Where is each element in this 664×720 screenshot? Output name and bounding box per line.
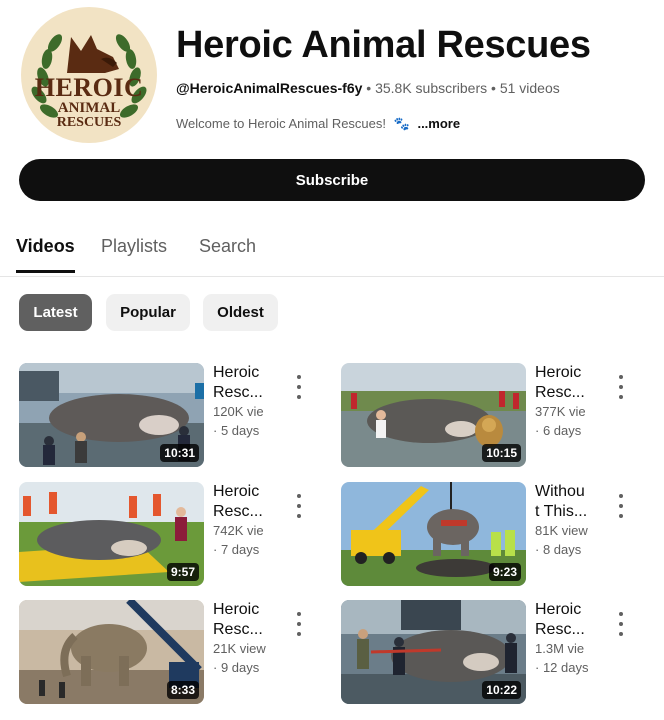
video-thumbnail[interactable]: 9:57 <box>19 482 204 586</box>
meta-separator: • <box>491 80 500 96</box>
logo-text-line-1: HEROIC <box>34 73 144 102</box>
video-title-line-1[interactable]: Withou <box>535 482 597 502</box>
video-title-line-2[interactable]: Resc... <box>213 502 275 522</box>
meta-separator: • <box>366 80 376 96</box>
video-info: Heroic Resc... 120K vie · 5 days <box>213 363 275 438</box>
video-title-line-2[interactable]: t This... <box>535 502 597 522</box>
video-thumbnail[interactable]: 8:33 <box>19 600 204 704</box>
video-age: · 12 days <box>535 660 589 675</box>
channel-avatar[interactable]: HEROIC ANIMAL RESCUES <box>21 7 157 143</box>
video-views: 21K view <box>213 641 266 656</box>
video-info: Heroic Resc... 21K view · 9 days <box>213 600 275 675</box>
video-card[interactable]: 8:33 Heroic Resc... 21K view · 9 days <box>19 600 329 706</box>
subscribe-button[interactable]: Subscribe <box>19 159 645 201</box>
more-link[interactable]: ...more <box>417 116 460 131</box>
video-title-line-1[interactable]: Heroic <box>535 363 597 383</box>
video-duration: 9:23 <box>488 563 521 581</box>
tab-search[interactable]: Search <box>199 236 256 272</box>
subscriber-count: 35.8K subscribers <box>375 80 488 96</box>
chip-latest[interactable]: Latest <box>19 294 92 331</box>
video-title-line-2[interactable]: Resc... <box>535 620 597 640</box>
video-duration: 10:15 <box>482 444 521 462</box>
more-options-icon[interactable] <box>291 494 307 518</box>
video-views: 81K view <box>535 523 588 538</box>
logo-text-line-2: ANIMAL <box>57 100 121 116</box>
more-options-icon[interactable] <box>291 375 307 399</box>
more-options-icon[interactable] <box>613 612 629 636</box>
tab-videos[interactable]: Videos <box>16 236 75 273</box>
channel-description[interactable]: Welcome to Heroic Animal Rescues! 🐾 ...m… <box>176 116 460 132</box>
video-views: 120K vie <box>213 404 264 419</box>
video-info: Heroic Resc... 742K vie · 7 days <box>213 482 275 557</box>
channel-tabs: Videos Playlists Search <box>0 226 664 277</box>
video-views: 377K vie <box>535 404 586 419</box>
paw-prints-icon: 🐾 <box>393 116 410 131</box>
video-thumbnail[interactable]: 10:22 <box>341 600 526 704</box>
video-title-line-1[interactable]: Heroic <box>535 600 597 620</box>
video-age: · 8 days <box>535 542 582 557</box>
video-card[interactable]: 10:22 Heroic Resc... 1.3M vie · 12 days <box>341 600 651 706</box>
video-card[interactable]: 9:23 Withou t This... 81K view · 8 days <box>341 482 651 588</box>
video-age: · 5 days <box>213 423 260 438</box>
video-duration: 10:22 <box>482 681 521 699</box>
video-duration: 10:31 <box>160 444 199 462</box>
video-age: · 9 days <box>213 660 260 675</box>
video-title-line-1[interactable]: Heroic <box>213 482 275 502</box>
video-duration: 8:33 <box>166 681 199 699</box>
video-info: Heroic Resc... 377K vie · 6 days <box>535 363 597 438</box>
video-card[interactable]: 10:15 Heroic Resc... 377K vie · 6 days <box>341 363 651 469</box>
video-title-line-1[interactable]: Heroic <box>213 600 275 620</box>
chip-popular[interactable]: Popular <box>106 294 190 331</box>
chip-oldest[interactable]: Oldest <box>203 294 278 331</box>
video-count: 51 videos <box>499 80 560 96</box>
channel-header: HEROIC ANIMAL RESCUES Heroic Animal Resc… <box>0 0 664 150</box>
more-options-icon[interactable] <box>613 494 629 518</box>
video-views: 1.3M vie <box>535 641 585 656</box>
channel-meta: @HeroicAnimalRescues-f6y • 35.8K subscri… <box>176 80 560 96</box>
channel-handle: @HeroicAnimalRescues-f6y <box>176 80 363 96</box>
video-info: Withou t This... 81K view · 8 days <box>535 482 597 557</box>
video-title-line-1[interactable]: Heroic <box>213 363 275 383</box>
logo-text-line-3: RESCUES <box>56 115 122 130</box>
description-text: Welcome to Heroic Animal Rescues! <box>176 116 387 131</box>
video-thumbnail[interactable]: 9:23 <box>341 482 526 586</box>
video-title-line-2[interactable]: Resc... <box>213 620 275 640</box>
video-duration: 9:57 <box>166 563 199 581</box>
channel-title: Heroic Animal Rescues <box>176 24 591 66</box>
more-options-icon[interactable] <box>613 375 629 399</box>
video-thumbnail[interactable]: 10:31 <box>19 363 204 467</box>
video-views: 742K vie <box>213 523 264 538</box>
video-card[interactable]: 9:57 Heroic Resc... 742K vie · 7 days <box>19 482 329 588</box>
tab-playlists[interactable]: Playlists <box>101 236 167 272</box>
video-age: · 6 days <box>535 423 582 438</box>
video-thumbnail[interactable]: 10:15 <box>341 363 526 467</box>
video-info: Heroic Resc... 1.3M vie · 12 days <box>535 600 597 675</box>
more-options-icon[interactable] <box>291 612 307 636</box>
video-title-line-2[interactable]: Resc... <box>213 383 275 403</box>
video-title-line-2[interactable]: Resc... <box>535 383 597 403</box>
video-card[interactable]: 10:31 Heroic Resc... 120K vie · 5 days <box>19 363 329 469</box>
video-age: · 7 days <box>213 542 260 557</box>
